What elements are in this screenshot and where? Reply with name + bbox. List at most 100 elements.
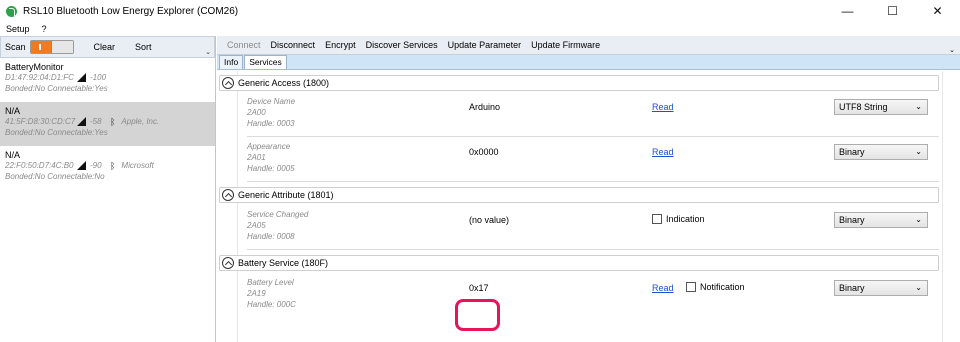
service-name: Generic Access (1800): [238, 78, 330, 88]
device-rssi: -90: [90, 161, 102, 170]
characteristic-handle: Handle: 000C: [247, 300, 296, 309]
device-rssi: -100: [90, 73, 107, 82]
characteristic-name: Appearance: [247, 142, 291, 151]
device-toolbar: Scan Clear Sort ⌄: [0, 36, 215, 58]
indication-label: Indication: [666, 214, 705, 224]
update-firmware-button[interactable]: Update Firmware: [531, 40, 600, 50]
characteristic-uuid: 2A01: [247, 153, 266, 162]
device-list-panel: Scan Clear Sort ⌄ BatteryMonitor D1:47:9…: [0, 36, 216, 342]
window-title: RSL10 Bluetooth Low Energy Explorer (COM…: [23, 5, 239, 17]
minimize-button[interactable]: —: [825, 0, 870, 22]
format-select-value: UTF8 String: [839, 102, 888, 112]
vertical-scrollbar[interactable]: [942, 71, 960, 342]
window-controls: — ☐ ✕: [825, 0, 960, 22]
device-name: N/A: [5, 150, 21, 160]
update-parameter-button[interactable]: Update Parameter: [448, 40, 522, 50]
device-name: N/A: [5, 106, 21, 116]
characteristic-value: 0x0000: [469, 147, 499, 157]
characteristic-name: Device Name: [247, 97, 296, 106]
services-panel: Connect Disconnect Encrypt Discover Serv…: [217, 36, 960, 342]
notification-label: Notification: [700, 282, 745, 292]
format-select-value: Binary: [839, 283, 865, 293]
discover-services-button[interactable]: Discover Services: [366, 40, 438, 50]
device-item[interactable]: BatteryMonitor D1:47:92:04:D1:FC -100 Bo…: [0, 58, 215, 102]
characteristic-value: (no value): [469, 215, 510, 225]
characteristic-name: Service Changed: [247, 210, 309, 219]
title-bar: RSL10 Bluetooth Low Energy Explorer (COM…: [0, 0, 960, 22]
format-select[interactable]: Binary ⌄: [834, 212, 928, 228]
app-logo-icon: [6, 5, 17, 17]
signal-strength-icon: [77, 117, 86, 126]
format-select[interactable]: Binary ⌄: [834, 144, 928, 160]
chevron-down-icon: ⌄: [915, 283, 922, 292]
device-status: Bonded:No Connectable:No: [5, 172, 105, 181]
device-item[interactable]: N/A 22:F0:50:D7:4C:B0 -90 ᛒ Microsoft Bo…: [0, 146, 215, 190]
collapse-icon[interactable]: [222, 257, 234, 269]
toolbar-overflow-icon[interactable]: ⌄: [205, 48, 211, 56]
characteristic-row: Battery Level 2A19 Handle: 000C 0x17 Rea…: [247, 274, 939, 318]
disconnect-button[interactable]: Disconnect: [271, 40, 316, 50]
device-item-selected[interactable]: N/A 41:5F:D8:30:CD:C7 -58 ᛒ Apple, Inc. …: [0, 102, 215, 146]
device-status: Bonded:No Connectable:Yes: [5, 128, 108, 137]
characteristic-uuid: 2A00: [247, 108, 266, 117]
format-select-value: Binary: [839, 147, 865, 157]
read-link[interactable]: Read: [652, 102, 674, 112]
chevron-down-icon: ⌄: [915, 102, 922, 111]
service-header[interactable]: Generic Attribute (1801): [219, 187, 939, 203]
collapse-icon[interactable]: [222, 189, 234, 201]
scan-toggle[interactable]: [29, 40, 74, 54]
characteristic-row: Appearance 2A01 Handle: 0005 0x0000 Read…: [247, 138, 939, 182]
device-address: 22:F0:50:D7:4C:B0: [5, 161, 74, 170]
service-header[interactable]: Battery Service (180F): [219, 255, 939, 271]
clear-button[interactable]: Clear: [94, 42, 116, 52]
format-select[interactable]: Binary ⌄: [834, 280, 928, 296]
signal-strength-icon: [77, 73, 86, 82]
chevron-down-icon: ⌄: [915, 147, 922, 156]
notification-checkbox[interactable]: [686, 282, 696, 292]
toggle-on-mark: [38, 44, 41, 50]
device-name: BatteryMonitor: [5, 62, 64, 72]
menu-bar: Setup ?: [0, 22, 960, 36]
read-link[interactable]: Read: [652, 283, 674, 293]
format-select[interactable]: UTF8 String ⌄: [834, 99, 928, 115]
service-name: Generic Attribute (1801): [238, 190, 334, 200]
characteristic-name: Battery Level: [247, 278, 294, 287]
signal-strength-icon: [77, 161, 86, 170]
menu-setup[interactable]: Setup: [6, 24, 30, 34]
device-address: 41:5F:D8:30:CD:C7: [5, 117, 76, 126]
indent-guide: [237, 71, 238, 342]
characteristic-handle: Handle: 0003: [247, 119, 295, 128]
characteristic-handle: Handle: 0005: [247, 164, 295, 173]
device-vendor: Apple, Inc.: [121, 117, 160, 126]
collapse-icon[interactable]: [222, 77, 234, 89]
characteristic-value: Arduino: [469, 102, 501, 112]
service-name: Battery Service (180F): [238, 258, 329, 268]
characteristic-uuid: 2A19: [247, 289, 266, 298]
device-rssi: -58: [90, 117, 102, 126]
encrypt-button[interactable]: Encrypt: [325, 40, 356, 50]
indication-checkbox[interactable]: [652, 214, 662, 224]
device-vendor: Microsoft: [121, 161, 154, 170]
menu-help[interactable]: ?: [42, 24, 47, 34]
scan-label: Scan: [5, 42, 26, 52]
toggle-knob[interactable]: [50, 41, 73, 53]
sort-button[interactable]: Sort: [135, 42, 152, 52]
tab-services[interactable]: Services: [244, 55, 287, 69]
device-address: D1:47:92:04:D1:FC: [5, 73, 74, 82]
action-toolbar: Connect Disconnect Encrypt Discover Serv…: [217, 36, 960, 55]
read-link[interactable]: Read: [652, 147, 674, 157]
tab-info[interactable]: Info: [219, 55, 244, 69]
bluetooth-icon: ᛒ: [110, 160, 116, 171]
service-header[interactable]: Generic Access (1800): [219, 75, 939, 91]
characteristic-row: Device Name 2A00 Handle: 0003 Arduino Re…: [247, 93, 939, 137]
connect-button[interactable]: Connect: [227, 40, 261, 50]
chevron-down-icon: ⌄: [915, 215, 922, 224]
bluetooth-icon: ᛒ: [110, 116, 116, 127]
characteristic-row: Service Changed 2A05 Handle: 0008 (no va…: [247, 206, 939, 250]
tab-strip: Info Services: [217, 55, 960, 70]
characteristic-uuid: 2A05: [247, 221, 266, 230]
close-button[interactable]: ✕: [915, 0, 960, 22]
toolbar-overflow-icon[interactable]: ⌄: [949, 46, 955, 54]
maximize-button[interactable]: ☐: [870, 0, 915, 22]
services-content: Generic Access (1800) Device Name 2A00 H…: [217, 71, 960, 342]
